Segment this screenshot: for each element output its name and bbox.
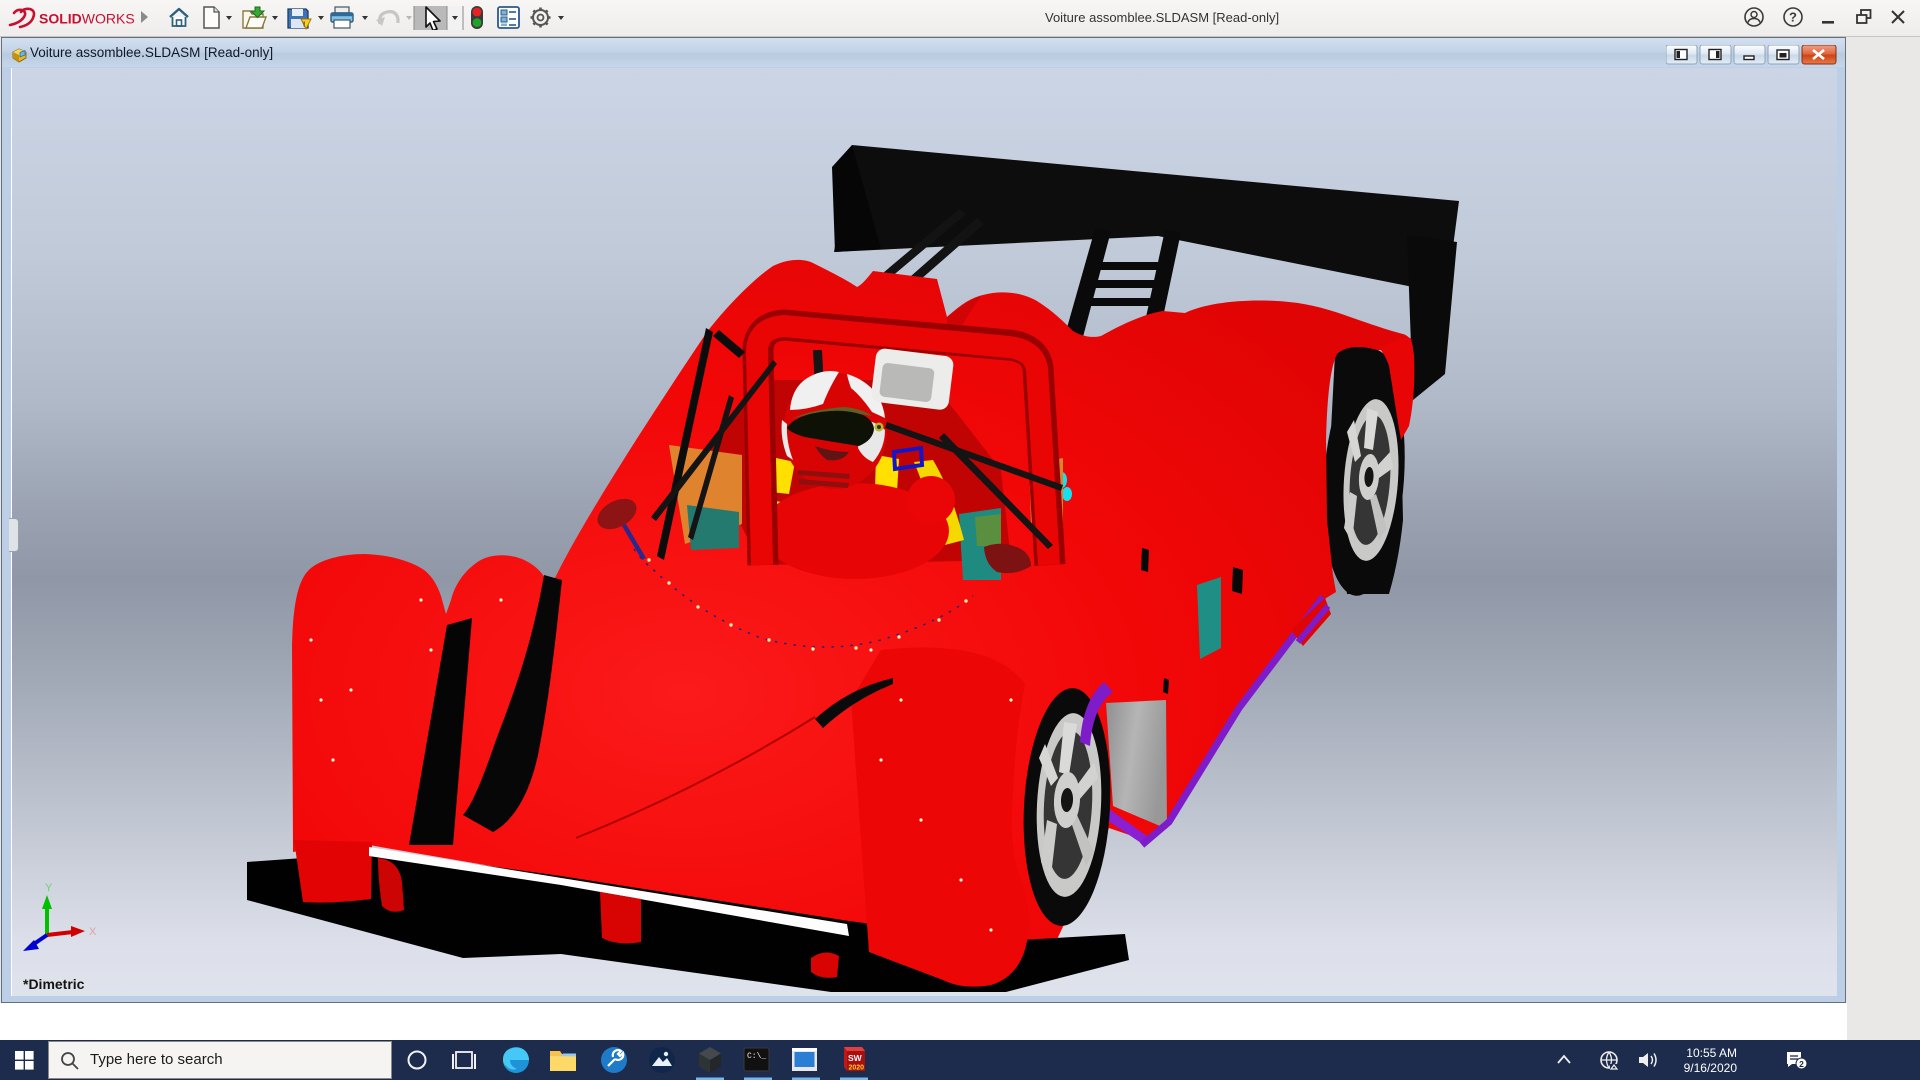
svg-text:2: 2: [1799, 1059, 1804, 1069]
svg-text:SW: SW: [848, 1053, 863, 1063]
svg-text:C:\_: C:\_: [747, 1052, 766, 1061]
svg-text:?: ?: [1789, 10, 1797, 25]
svg-text:9/16/2020: 9/16/2020: [1684, 1061, 1738, 1075]
svg-text:2020: 2020: [849, 1065, 865, 1072]
svg-text:X: X: [89, 926, 97, 938]
svg-text:10:55 AM: 10:55 AM: [1686, 1046, 1737, 1060]
svg-text:!: !: [303, 22, 305, 29]
svg-text:SOLIDWORKS: SOLIDWORKS: [39, 11, 135, 27]
svg-text:Y: Y: [45, 882, 53, 894]
